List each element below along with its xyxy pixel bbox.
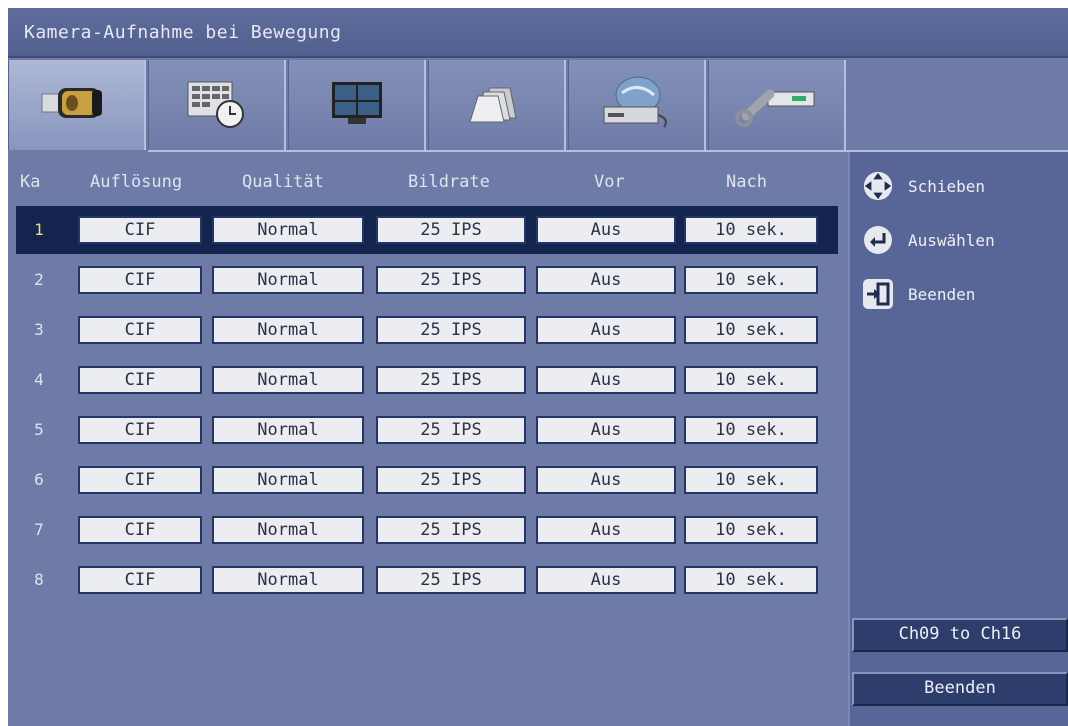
nach-field[interactable]: 10 sek. bbox=[684, 316, 818, 344]
aufloesung-field[interactable]: CIF bbox=[78, 516, 202, 544]
enter-icon bbox=[862, 224, 894, 256]
bildrate-field[interactable]: 25 IPS bbox=[376, 266, 526, 294]
bildrate-field[interactable]: 25 IPS bbox=[376, 516, 526, 544]
vor-field[interactable]: Aus bbox=[536, 516, 676, 544]
aufloesung-field[interactable]: CIF bbox=[78, 266, 202, 294]
row-camera-number: 5 bbox=[34, 420, 44, 439]
bildrate-field[interactable]: 25 IPS bbox=[376, 466, 526, 494]
tab-tools[interactable] bbox=[708, 60, 846, 150]
exit-icon bbox=[862, 278, 894, 310]
column-header-nach: Nach bbox=[726, 172, 767, 192]
qualitaet-field[interactable]: Normal bbox=[212, 466, 364, 494]
row-camera-number: 8 bbox=[34, 570, 44, 589]
legend-label-beenden: Beenden bbox=[908, 284, 976, 304]
legend-beenden: Beenden bbox=[862, 278, 975, 310]
row-camera-number: 3 bbox=[34, 320, 44, 339]
qualitaet-field[interactable]: Normal bbox=[212, 416, 364, 444]
column-header-vor: Vor bbox=[594, 172, 625, 192]
qualitaet-field[interactable]: Normal bbox=[212, 366, 364, 394]
aufloesung-field[interactable]: CIF bbox=[78, 366, 202, 394]
bildrate-field[interactable]: 25 IPS bbox=[376, 366, 526, 394]
archive-icon bbox=[462, 76, 532, 134]
row-camera-number: 2 bbox=[34, 270, 44, 289]
tab-network[interactable] bbox=[568, 60, 706, 150]
legend-auswaehlen: Auswählen bbox=[862, 224, 995, 256]
title-bar: Kamera-Aufnahme bei Bewegung bbox=[8, 8, 1068, 58]
nach-field[interactable]: 10 sek. bbox=[684, 216, 818, 244]
tab-bar-filler bbox=[848, 60, 1068, 152]
exit-button[interactable]: Beenden bbox=[852, 672, 1068, 706]
vor-field[interactable]: Aus bbox=[536, 466, 676, 494]
nach-field[interactable]: 10 sek. bbox=[684, 416, 818, 444]
channel-range-button[interactable]: Ch09 to Ch16 bbox=[852, 618, 1068, 652]
menu-tabs bbox=[8, 60, 848, 152]
bildrate-field[interactable]: 25 IPS bbox=[376, 316, 526, 344]
tab-monitor[interactable] bbox=[288, 60, 426, 150]
dvr-setup-screen: Kamera-Aufnahme bei Bewegung Ka Auflösun… bbox=[8, 8, 1068, 726]
row-camera-number: 1 bbox=[34, 220, 44, 239]
qualitaet-field[interactable]: Normal bbox=[212, 566, 364, 594]
aufloesung-field[interactable]: CIF bbox=[78, 216, 202, 244]
tab-schedule[interactable] bbox=[148, 60, 286, 150]
legend-label-auswaehlen: Auswählen bbox=[908, 230, 995, 250]
vor-field[interactable]: Aus bbox=[536, 366, 676, 394]
column-header-ka: Ka bbox=[20, 172, 41, 192]
tab-archive[interactable] bbox=[428, 60, 566, 150]
tab-camera[interactable] bbox=[8, 60, 146, 150]
dpad-icon bbox=[862, 170, 894, 202]
vor-field[interactable]: Aus bbox=[536, 566, 676, 594]
column-header-aufloesung: Auflösung bbox=[90, 172, 183, 192]
qualitaet-field[interactable]: Normal bbox=[212, 316, 364, 344]
tab-bar-divider bbox=[148, 150, 848, 152]
column-header-bildrate: Bildrate bbox=[408, 172, 490, 192]
row-camera-number: 4 bbox=[34, 370, 44, 389]
bildrate-field[interactable]: 25 IPS bbox=[376, 416, 526, 444]
aufloesung-field[interactable]: CIF bbox=[78, 316, 202, 344]
camera-icon bbox=[32, 78, 122, 132]
nach-field[interactable]: 10 sek. bbox=[684, 466, 818, 494]
tools-icon bbox=[732, 78, 822, 132]
aufloesung-field[interactable]: CIF bbox=[78, 566, 202, 594]
row-camera-number: 6 bbox=[34, 470, 44, 489]
legend-schieben: Schieben bbox=[862, 170, 985, 202]
legend-label-schieben: Schieben bbox=[908, 176, 986, 196]
vor-field[interactable]: Aus bbox=[536, 316, 676, 344]
network-icon bbox=[592, 73, 682, 137]
monitor-icon bbox=[322, 76, 392, 134]
vor-field[interactable]: Aus bbox=[536, 216, 676, 244]
sidebar: Schieben Auswählen Beenden Ch09 to Ch16 … bbox=[848, 152, 1068, 726]
nach-field[interactable]: 10 sek. bbox=[684, 516, 818, 544]
qualitaet-field[interactable]: Normal bbox=[212, 216, 364, 244]
aufloesung-field[interactable]: CIF bbox=[78, 416, 202, 444]
schedule-icon bbox=[182, 76, 252, 134]
bildrate-field[interactable]: 25 IPS bbox=[376, 216, 526, 244]
bildrate-field[interactable]: 25 IPS bbox=[376, 566, 526, 594]
qualitaet-field[interactable]: Normal bbox=[212, 516, 364, 544]
row-camera-number: 7 bbox=[34, 520, 44, 539]
qualitaet-field[interactable]: Normal bbox=[212, 266, 364, 294]
nach-field[interactable]: 10 sek. bbox=[684, 366, 818, 394]
column-header-qualitaet: Qualität bbox=[242, 172, 324, 192]
page-title: Kamera-Aufnahme bei Bewegung bbox=[24, 22, 342, 43]
nach-field[interactable]: 10 sek. bbox=[684, 566, 818, 594]
vor-field[interactable]: Aus bbox=[536, 266, 676, 294]
vor-field[interactable]: Aus bbox=[536, 416, 676, 444]
nach-field[interactable]: 10 sek. bbox=[684, 266, 818, 294]
aufloesung-field[interactable]: CIF bbox=[78, 466, 202, 494]
